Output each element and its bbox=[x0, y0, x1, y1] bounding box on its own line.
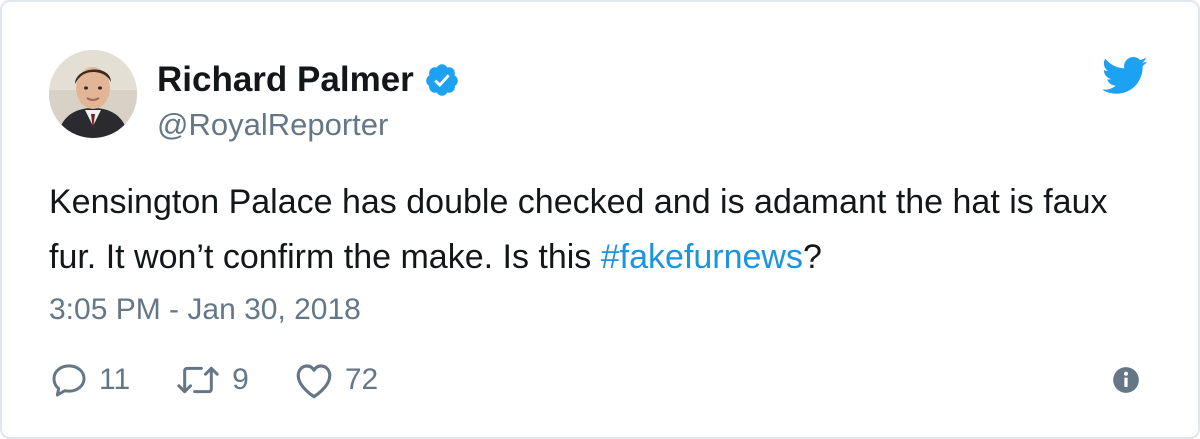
name-row: Richard Palmer bbox=[157, 58, 460, 102]
retweet-count: 9 bbox=[232, 363, 249, 396]
tweet-text-body: Kensington Palace has double checked and… bbox=[49, 183, 1108, 276]
avatar-image bbox=[49, 50, 137, 138]
like-button[interactable]: 72 bbox=[293, 360, 378, 400]
info-icon[interactable] bbox=[1112, 366, 1140, 394]
verified-badge-icon bbox=[424, 62, 460, 98]
retweet-icon bbox=[174, 360, 222, 400]
heart-icon bbox=[293, 360, 335, 400]
tweet-text-end: ? bbox=[803, 238, 822, 276]
hashtag-link[interactable]: #fakefurnews bbox=[601, 238, 803, 276]
avatar[interactable] bbox=[49, 50, 137, 138]
tweet-card: Richard Palmer @RoyalReporter Kensington… bbox=[0, 0, 1200, 439]
display-name[interactable]: Richard Palmer bbox=[157, 58, 414, 102]
retweet-button[interactable]: 9 bbox=[174, 360, 249, 400]
tweet-text: Kensington Palace has double checked and… bbox=[49, 175, 1159, 285]
twitter-bird-icon[interactable] bbox=[1102, 56, 1148, 96]
tweet-actions: 11 9 72 bbox=[49, 355, 422, 405]
reply-count: 11 bbox=[99, 363, 131, 396]
user-handle[interactable]: @RoyalReporter bbox=[157, 106, 388, 144]
like-count: 72 bbox=[344, 363, 379, 396]
reply-button[interactable]: 11 bbox=[49, 360, 130, 400]
tweet-timestamp[interactable]: 3:05 PM - Jan 30, 2018 bbox=[49, 290, 361, 330]
reply-icon bbox=[49, 360, 89, 400]
